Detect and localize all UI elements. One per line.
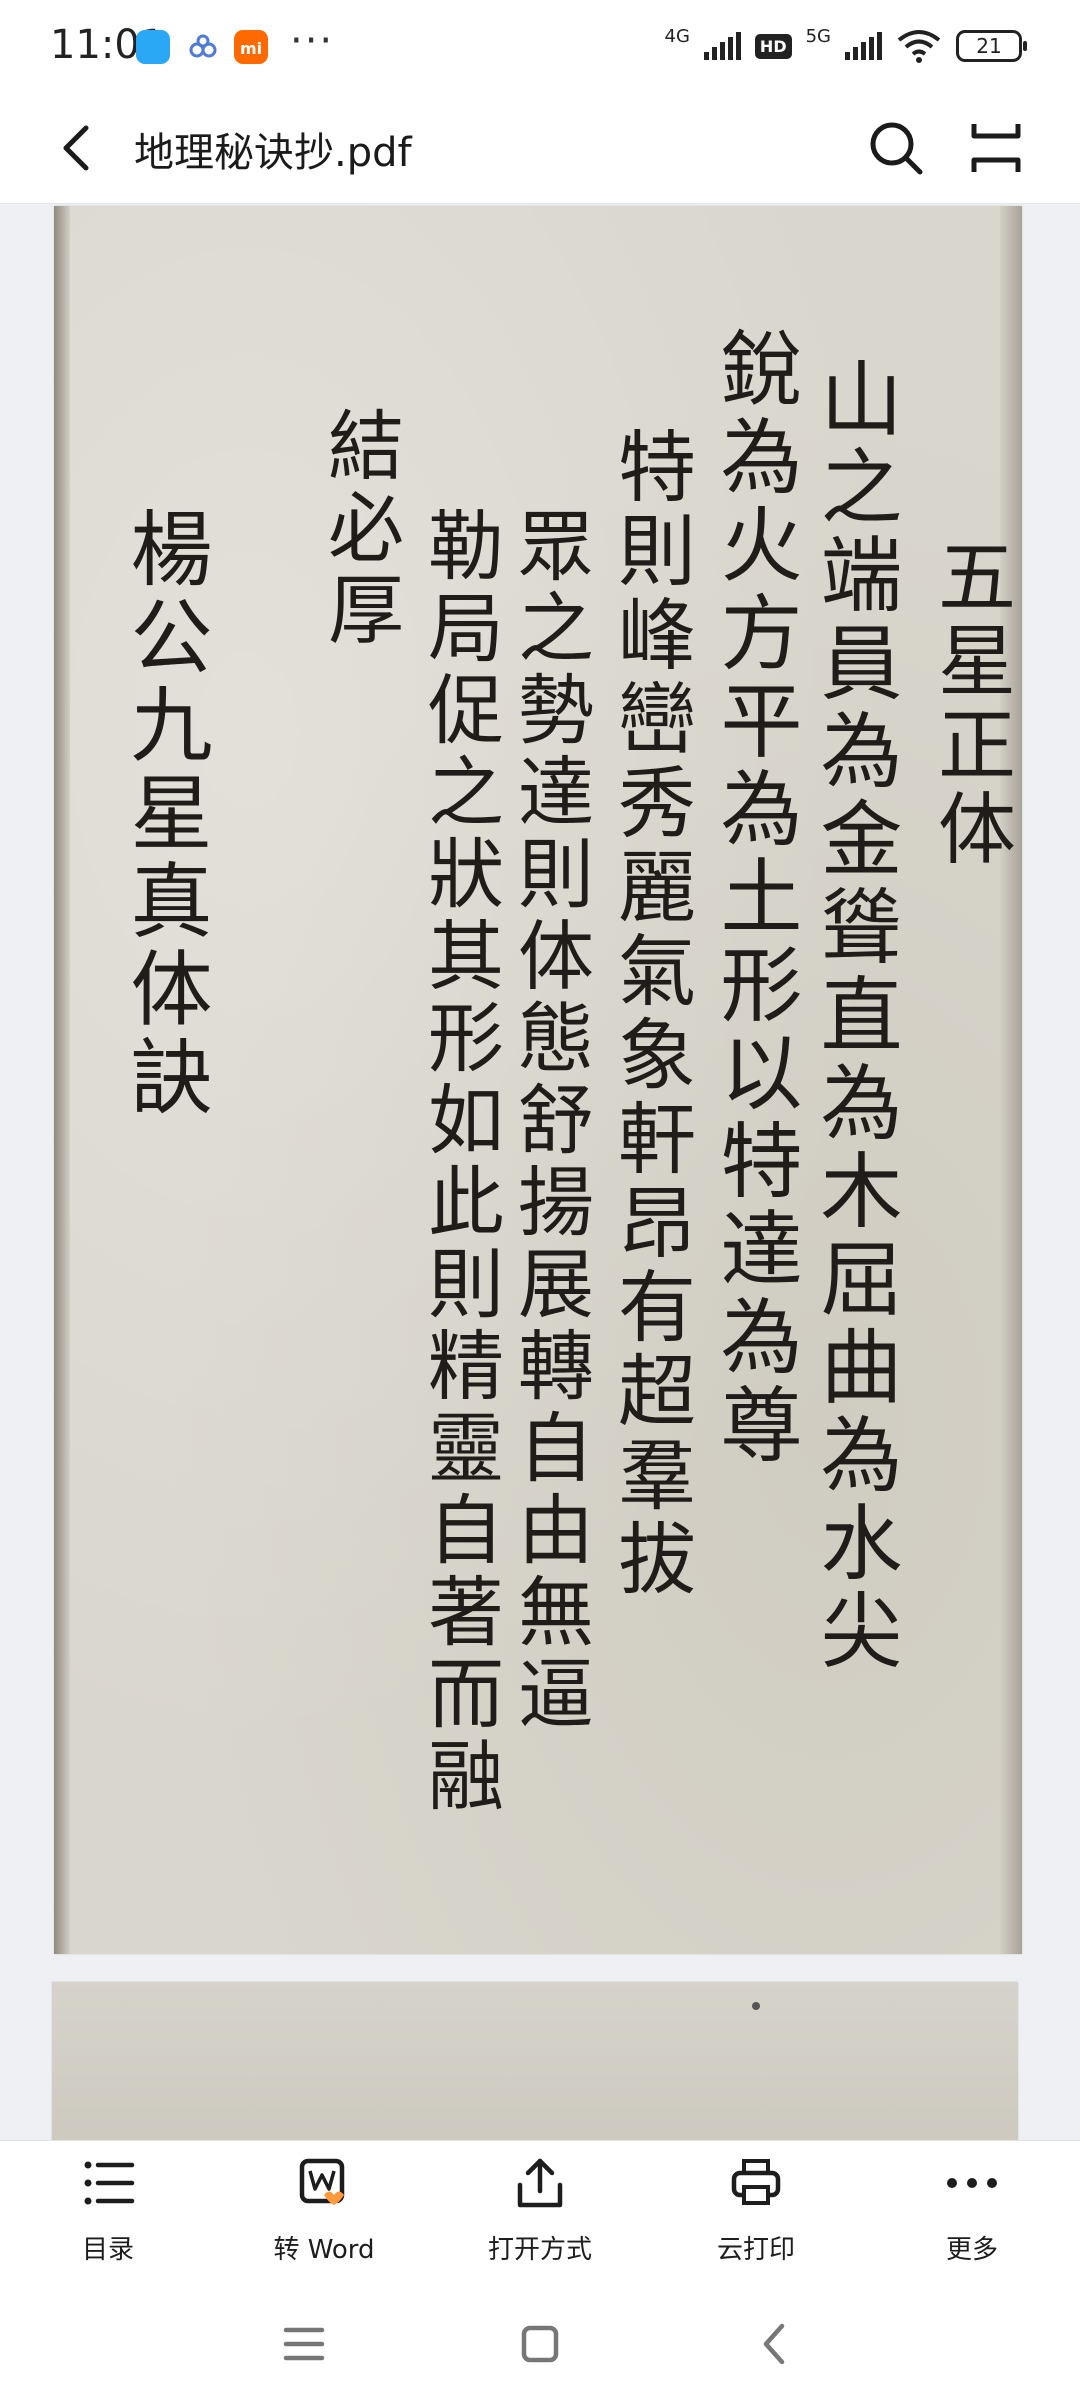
page-text-line-5: 勒局促之狀其形如此則精靈自著而融: [415, 506, 504, 1818]
wifi-icon: [897, 30, 941, 63]
more-button[interactable]: 更多: [864, 2141, 1080, 2291]
search-icon: [870, 122, 923, 175]
pdf-next-page-image[interactable]: [52, 1982, 1018, 2140]
page-edge-left: [54, 206, 70, 1954]
signal-4g-icon: [703, 32, 741, 60]
signal-5g-icon: [845, 32, 882, 60]
pdf-viewer[interactable]: 五星正体 山之端員為金聳直為木屈曲為水尖 銳為火方平為土形以特達為尊 特則峰巒秀…: [0, 204, 1080, 2140]
list-icon: [84, 2161, 135, 2205]
more-notifications-icon: ···: [290, 18, 335, 64]
app-notification-icon: [136, 30, 170, 64]
page-text-title: 五星正体: [925, 536, 1015, 872]
view-mode-button[interactable]: [966, 118, 1026, 178]
page-edge-right: [1000, 206, 1022, 1954]
convert-word-label: 转 Word: [273, 2235, 375, 2265]
home-square-icon: [521, 2325, 559, 2363]
network-label-4g: 4G: [664, 25, 690, 47]
search-button[interactable]: [866, 118, 926, 178]
more-dots-icon: [947, 2178, 997, 2188]
page-text-line-6: 結必厚: [315, 406, 404, 652]
pdf-page-image[interactable]: 五星正体 山之端員為金聳直為木屈曲為水尖 銳為火方平為土形以特達為尊 特則峰巒秀…: [54, 206, 1022, 1954]
menu-lines-icon: [283, 2327, 325, 2361]
page-text-line-2: 銳為火方平為土形以特達為尊: [706, 326, 801, 1470]
system-back-button[interactable]: [748, 2316, 804, 2372]
recent-apps-button[interactable]: [276, 2316, 332, 2372]
toc-button[interactable]: 目录: [0, 2141, 216, 2291]
mi-notification-icon: mi: [234, 30, 268, 64]
page-text-line-3: 特則峰巒秀麗氣象軒昂有超羣拔: [605, 426, 695, 1602]
convert-word-button[interactable]: 转 Word: [216, 2141, 432, 2291]
home-button[interactable]: [512, 2316, 568, 2372]
svg-text:mi: mi: [240, 39, 262, 58]
status-indicators: 4G HD 5G 21: [664, 24, 1027, 68]
back-arrow-icon: [63, 125, 89, 171]
word-convert-icon: [299, 2158, 345, 2205]
cluster-notification-icon: [186, 30, 220, 64]
network-label-5g: 5G: [805, 25, 831, 47]
bottom-toolbar: 目录 转 Word 打开方式 云打印 更多: [0, 2140, 1080, 2290]
system-nav-bar: [0, 2290, 1080, 2400]
cloud-print-label: 云打印: [716, 2235, 795, 2265]
toc-label: 目录: [81, 2235, 134, 2265]
hd-badge: HD: [754, 33, 792, 59]
share-icon: [517, 2158, 563, 2208]
open-with-label: 打开方式: [487, 2235, 592, 2265]
battery-icon: 21: [956, 30, 1027, 62]
back-chevron-icon: [763, 2323, 785, 2365]
page-text-line-7: 楊公九星真体訣: [116, 506, 211, 1122]
more-label: 更多: [945, 2235, 998, 2265]
document-title: 地理秘诀抄.pdf: [134, 130, 412, 176]
back-button[interactable]: [52, 120, 108, 176]
page-mark: [752, 2002, 760, 2010]
cloud-print-button[interactable]: 云打印: [648, 2141, 864, 2291]
double-bar-icon: [971, 124, 1021, 172]
printer-icon: [731, 2159, 781, 2205]
open-with-button[interactable]: 打开方式: [432, 2141, 648, 2291]
app-header: 地理秘诀抄.pdf: [0, 92, 1080, 204]
status-bar: 11:01 mi ··· 4G HD 5G 21: [0, 0, 1080, 92]
